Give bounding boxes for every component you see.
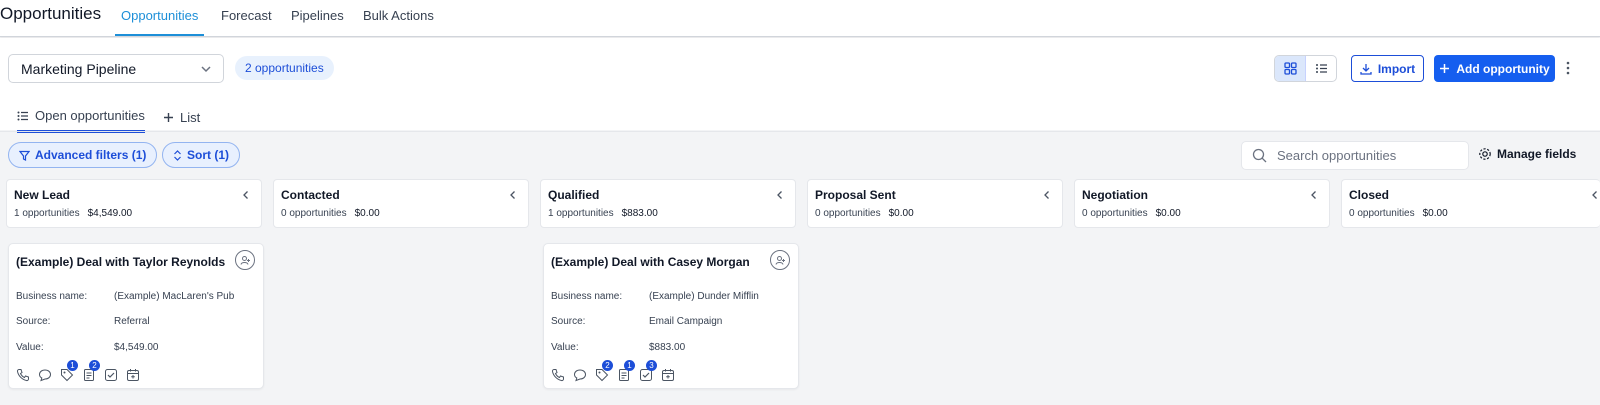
filter-bar: Advanced filters (1) Sort (1) Search opp…: [0, 131, 1600, 173]
pipeline-select-value: Marketing Pipeline: [21, 60, 137, 77]
sort-button[interactable]: Sort (1): [162, 142, 240, 168]
source-row: Source: Email Campaign: [551, 316, 723, 327]
business-name-row: Business name: (Example) Dunder Mifflin: [551, 291, 759, 302]
tag-icon[interactable]: 2: [595, 360, 613, 382]
notes-icon[interactable]: 1: [617, 360, 635, 382]
column-contacted: Contacted 0 opportunities $0.00: [273, 179, 529, 228]
column-summary: 0 opportunities $0.00: [1349, 208, 1448, 219]
column-new-lead: New Lead 1 opportunities $4,549.00: [6, 179, 262, 228]
import-button[interactable]: Import: [1351, 55, 1424, 82]
search-input[interactable]: Search opportunities: [1241, 141, 1469, 170]
chevron-left-icon[interactable]: [1590, 190, 1600, 200]
tab-opportunities[interactable]: Opportunities: [115, 8, 204, 36]
list-icon: [1315, 64, 1327, 73]
source-row: Source: Referral: [16, 316, 150, 327]
column-proposal-sent: Proposal Sent 0 opportunities $0.00: [807, 179, 1063, 228]
opportunity-title: (Example) Deal with Casey Morgan: [551, 255, 750, 269]
chevron-left-icon[interactable]: [1042, 190, 1052, 200]
column-summary: 1 opportunities $883.00: [548, 208, 658, 219]
tab-forecast[interactable]: Forecast: [221, 8, 272, 36]
list-view-button[interactable]: [1306, 56, 1336, 81]
chat-icon[interactable]: [38, 368, 52, 382]
advanced-filters-label: Advanced filters (1): [35, 148, 147, 162]
column-title: Qualified: [548, 188, 600, 202]
assign-user-icon[interactable]: [770, 250, 790, 270]
column-summary: 1 opportunities $4,549.00: [14, 208, 133, 219]
column-qualified: Qualified 1 opportunities $883.00: [540, 179, 796, 228]
manage-fields-button[interactable]: Manage fields: [1478, 147, 1576, 161]
tab-open-opportunities[interactable]: Open opportunities: [17, 104, 145, 133]
pipeline-select[interactable]: Marketing Pipeline: [8, 54, 224, 83]
opportunity-count-badge: 2 opportunities: [235, 56, 334, 80]
more-options-icon[interactable]: [1562, 56, 1574, 80]
column-title: Contacted: [281, 188, 340, 202]
column-title: Negotiation: [1082, 188, 1148, 202]
tag-count-badge: 2: [602, 360, 613, 371]
column-summary: 0 opportunities $0.00: [1082, 208, 1181, 219]
card-actions: 1 2: [16, 360, 140, 382]
business-name-row: Business name: (Example) MacLaren's Pub: [16, 291, 235, 302]
grid-icon: [1283, 62, 1297, 75]
plus-icon: [164, 112, 173, 122]
tab-pipelines[interactable]: Pipelines: [291, 8, 344, 36]
view-toggle: [1274, 55, 1337, 82]
filter-icon: [19, 150, 30, 161]
board-view-button[interactable]: [1275, 56, 1306, 81]
search-placeholder: Search opportunities: [1277, 148, 1397, 163]
tab-bulk-actions[interactable]: Bulk Actions: [363, 8, 434, 36]
chevron-left-icon[interactable]: [241, 190, 251, 200]
notes-count-badge: 1: [624, 360, 635, 371]
value-row: Value: $4,549.00: [16, 342, 159, 353]
column-title: New Lead: [14, 188, 71, 202]
calendar-icon[interactable]: [661, 368, 675, 382]
gear-icon: [1479, 148, 1491, 160]
task-icon[interactable]: [104, 368, 118, 382]
opportunity-card[interactable]: (Example) Deal with Casey Morgan Busines…: [543, 243, 799, 389]
notes-icon[interactable]: 2: [82, 360, 100, 382]
add-opportunity-label: Add opportunity: [1456, 61, 1550, 76]
phone-icon[interactable]: [16, 368, 30, 382]
task-icon[interactable]: 3: [639, 360, 657, 382]
notes-count-badge: 2: [89, 360, 100, 371]
top-nav-bar: Opportunities Opportunities Forecast Pip…: [0, 0, 1600, 37]
column-summary: 0 opportunities $0.00: [281, 208, 380, 219]
assign-user-icon[interactable]: [235, 250, 255, 270]
column-title: Proposal Sent: [815, 188, 896, 202]
chevron-down-icon: [201, 66, 211, 73]
column-title: Closed: [1349, 188, 1390, 202]
column-summary: 0 opportunities $0.00: [815, 208, 914, 219]
sort-icon: [174, 149, 181, 161]
list-icon: [17, 111, 28, 120]
plus-icon: [1440, 64, 1450, 73]
pipeline-toolbar: Marketing Pipeline 2 opportunities Impor…: [0, 38, 1600, 133]
tag-icon[interactable]: 1: [60, 360, 78, 382]
chat-icon[interactable]: [573, 368, 587, 382]
chevron-left-icon[interactable]: [775, 190, 785, 200]
search-icon: [1252, 148, 1267, 163]
opportunity-title: (Example) Deal with Taylor Reynolds: [16, 255, 226, 269]
column-negotiation: Negotiation 0 opportunities $0.00: [1074, 179, 1330, 228]
tab-add-list[interactable]: List: [163, 104, 200, 130]
phone-icon[interactable]: [551, 368, 565, 382]
chevron-left-icon[interactable]: [508, 190, 518, 200]
calendar-icon[interactable]: [126, 368, 140, 382]
import-button-label: Import: [1377, 61, 1416, 76]
tasks-count-badge: 3: [646, 360, 657, 371]
add-opportunity-button[interactable]: Add opportunity: [1434, 55, 1555, 82]
tab-open-opportunities-label: Open opportunities: [35, 108, 145, 123]
card-actions: 2 1 3: [551, 360, 675, 382]
manage-fields-label: Manage fields: [1497, 147, 1577, 161]
value-row: Value: $883.00: [551, 342, 686, 353]
sort-label: Sort (1): [187, 148, 229, 162]
column-closed: Closed 0 opportunities $0.00: [1341, 179, 1600, 228]
chevron-left-icon[interactable]: [1309, 190, 1319, 200]
download-icon: [1360, 63, 1372, 75]
page-title: Opportunities: [0, 4, 102, 23]
tab-list-label: List: [180, 109, 201, 125]
advanced-filters-button[interactable]: Advanced filters (1): [8, 142, 158, 168]
tag-count-badge: 1: [67, 360, 78, 371]
opportunity-card[interactable]: (Example) Deal with Taylor Reynolds Busi…: [8, 243, 264, 389]
